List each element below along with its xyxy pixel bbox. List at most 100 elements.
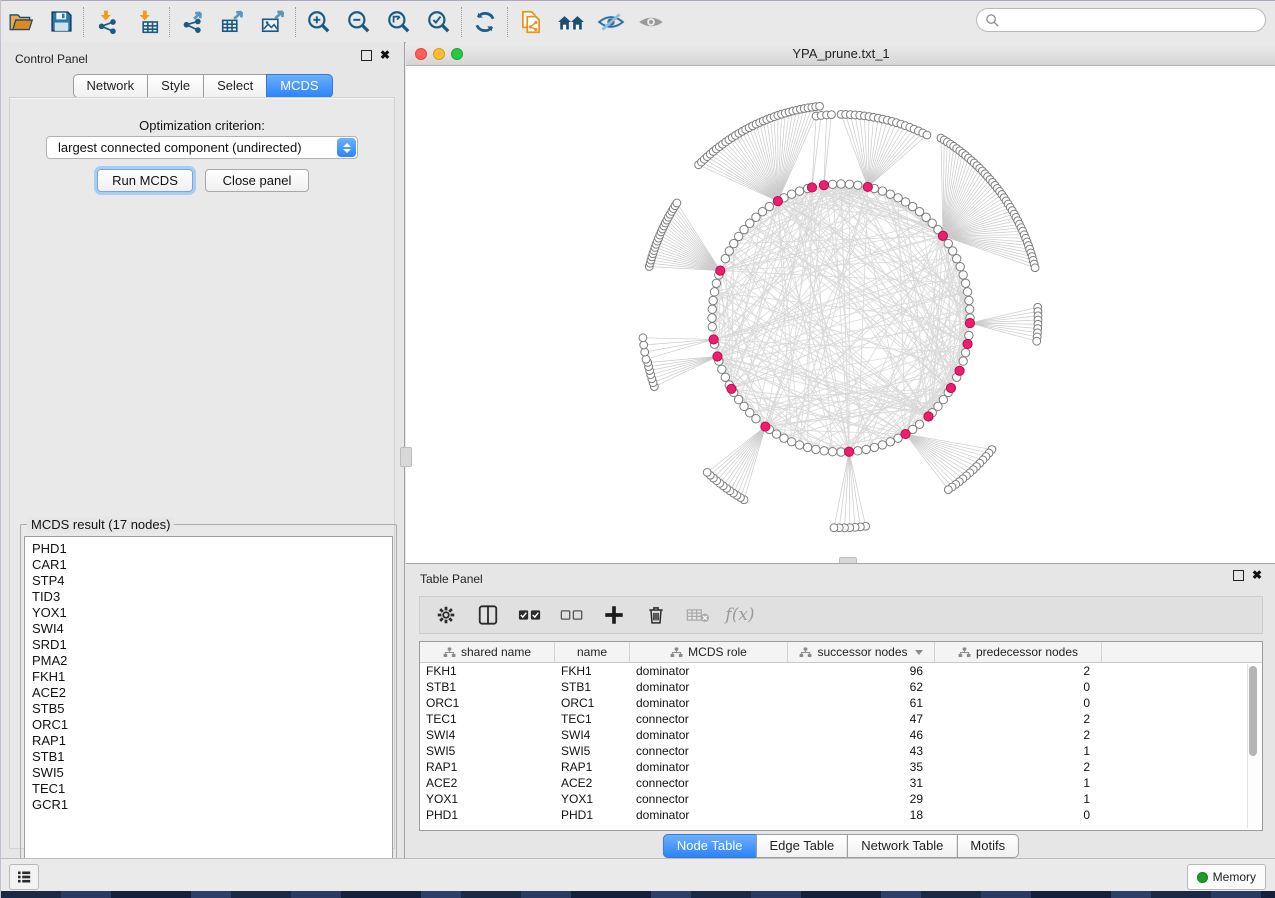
window-minimize-icon[interactable] <box>433 48 445 60</box>
cell-predecessor-nodes[interactable]: 1 <box>935 776 1102 790</box>
cell-shared-name[interactable]: RAP1 <box>420 760 555 774</box>
network-node[interactable] <box>1033 337 1041 345</box>
mcds-result-item[interactable]: TEC1 <box>32 781 392 797</box>
mcds-result-item[interactable]: YOX1 <box>32 605 392 621</box>
network-node[interactable] <box>862 445 870 453</box>
network-node[interactable] <box>787 438 795 446</box>
cell-MCDS-role[interactable]: dominator <box>630 664 788 678</box>
network-node[interactable] <box>1031 264 1039 272</box>
network-canvas[interactable] <box>406 66 1275 563</box>
window-zoom-icon[interactable] <box>451 48 463 60</box>
tab-network[interactable]: Network <box>72 74 148 98</box>
close-panel-icon[interactable]: ✖ <box>380 51 390 60</box>
deselect-all-icon[interactable] <box>558 601 586 629</box>
add-column-icon[interactable] <box>600 601 628 629</box>
mcds-result-item[interactable]: SRD1 <box>32 637 392 653</box>
network-node[interactable] <box>878 441 886 449</box>
network-node[interactable] <box>878 187 886 195</box>
network-node[interactable] <box>963 288 971 296</box>
network-node[interactable] <box>718 365 726 373</box>
network-node[interactable] <box>837 180 845 188</box>
mcds-hub-node[interactable] <box>761 422 770 431</box>
show-columns-icon[interactable] <box>474 601 502 629</box>
network-node[interactable] <box>708 314 716 322</box>
mcds-hub-node[interactable] <box>901 429 910 438</box>
cell-predecessor-nodes[interactable]: 0 <box>935 680 1102 694</box>
network-node[interactable] <box>959 271 967 279</box>
table-row[interactable]: SWI5SWI5connector431 <box>420 743 1262 759</box>
table-row[interactable]: RAP1RAP1dominator352 <box>420 759 1262 775</box>
cell-predecessor-nodes[interactable]: 2 <box>935 728 1102 742</box>
mcds-result-item[interactable]: SWI4 <box>32 621 392 637</box>
mcds-hub-node[interactable] <box>727 384 736 393</box>
mcds-hub-node[interactable] <box>807 183 816 192</box>
cell-predecessor-nodes[interactable]: 2 <box>935 664 1102 678</box>
column-header-MCDS-role[interactable]: MCDS role <box>630 642 788 662</box>
vertical-splitter-handle[interactable] <box>400 447 412 467</box>
mcds-result-item[interactable]: TID3 <box>32 589 392 605</box>
network-node[interactable] <box>956 263 964 271</box>
mcds-result-item[interactable]: SWI5 <box>32 765 392 781</box>
cell-shared-name[interactable]: SWI5 <box>420 744 555 758</box>
cell-predecessor-nodes[interactable]: 2 <box>935 712 1102 726</box>
hide-selected-button[interactable] <box>591 5 631 39</box>
cell-successor-nodes[interactable]: 47 <box>788 712 935 726</box>
cell-shared-name[interactable]: FKH1 <box>420 664 555 678</box>
table-row[interactable]: STB1STB1dominator620 <box>420 679 1262 695</box>
tab-network-table[interactable]: Network Table <box>847 834 957 858</box>
float-panel-icon[interactable] <box>361 50 372 61</box>
network-node[interactable] <box>886 190 894 198</box>
cell-name[interactable]: TEC1 <box>555 712 630 726</box>
network-node[interactable] <box>640 341 648 349</box>
network-node[interactable] <box>828 180 836 188</box>
table-row[interactable]: FKH1FKH1dominator962 <box>420 663 1262 679</box>
network-node[interactable] <box>959 357 967 365</box>
cell-MCDS-role[interactable]: dominator <box>630 728 788 742</box>
open-file-button[interactable] <box>1 5 41 39</box>
network-node[interactable] <box>965 296 973 304</box>
mcds-result-item[interactable]: CAR1 <box>32 557 392 573</box>
network-node[interactable] <box>961 348 969 356</box>
export-image-button[interactable] <box>253 5 293 39</box>
mcds-hub-node[interactable] <box>955 366 964 375</box>
cell-name[interactable]: ORC1 <box>555 696 630 710</box>
zoom-out-button[interactable] <box>339 5 379 39</box>
network-node[interactable] <box>812 445 820 453</box>
network-node[interactable] <box>830 524 838 532</box>
select-all-icon[interactable] <box>516 601 544 629</box>
cell-name[interactable]: ACE2 <box>555 776 630 790</box>
mcds-hub-node[interactable] <box>965 319 974 328</box>
table-row[interactable]: ACE2ACE2connector311 <box>420 775 1262 791</box>
cell-name[interactable]: SWI4 <box>555 728 630 742</box>
column-header-predecessor-nodes[interactable]: predecessor nodes <box>935 642 1102 662</box>
tab-style[interactable]: Style <box>147 74 204 98</box>
mcds-result-item[interactable]: ACE2 <box>32 685 392 701</box>
cell-successor-nodes[interactable]: 62 <box>788 680 935 694</box>
cell-MCDS-role[interactable]: dominator <box>630 808 788 822</box>
column-header-name[interactable]: name <box>555 642 630 662</box>
network-node[interactable] <box>837 448 845 456</box>
cell-name[interactable]: YOX1 <box>555 792 630 806</box>
network-graph[interactable] <box>406 66 1275 563</box>
node-table[interactable]: shared namenameMCDS rolesuccessor nodesp… <box>419 641 1263 831</box>
network-node[interactable] <box>961 279 969 287</box>
cell-shared-name[interactable]: STB1 <box>420 680 555 694</box>
network-node[interactable] <box>816 102 824 110</box>
save-session-button[interactable] <box>41 5 81 39</box>
table-row[interactable]: TEC1TEC1connector472 <box>420 711 1262 727</box>
scrollbar-thumb[interactable] <box>1249 666 1257 756</box>
network-node[interactable] <box>952 255 960 263</box>
network-node[interactable] <box>709 296 717 304</box>
close-panel-button[interactable]: Close panel <box>205 169 309 192</box>
mcds-hub-node[interactable] <box>938 231 947 240</box>
cell-name[interactable]: STB1 <box>555 680 630 694</box>
cell-MCDS-role[interactable]: connector <box>630 792 788 806</box>
column-header-shared-name[interactable]: shared name <box>420 642 555 662</box>
network-node[interactable] <box>966 305 974 313</box>
cell-MCDS-role[interactable]: connector <box>630 744 788 758</box>
task-history-button[interactable] <box>9 864 39 890</box>
network-node[interactable] <box>721 373 729 381</box>
mcds-result-item[interactable]: ORC1 <box>32 717 392 733</box>
tab-edge-table[interactable]: Edge Table <box>755 834 848 858</box>
network-node[interactable] <box>787 190 795 198</box>
